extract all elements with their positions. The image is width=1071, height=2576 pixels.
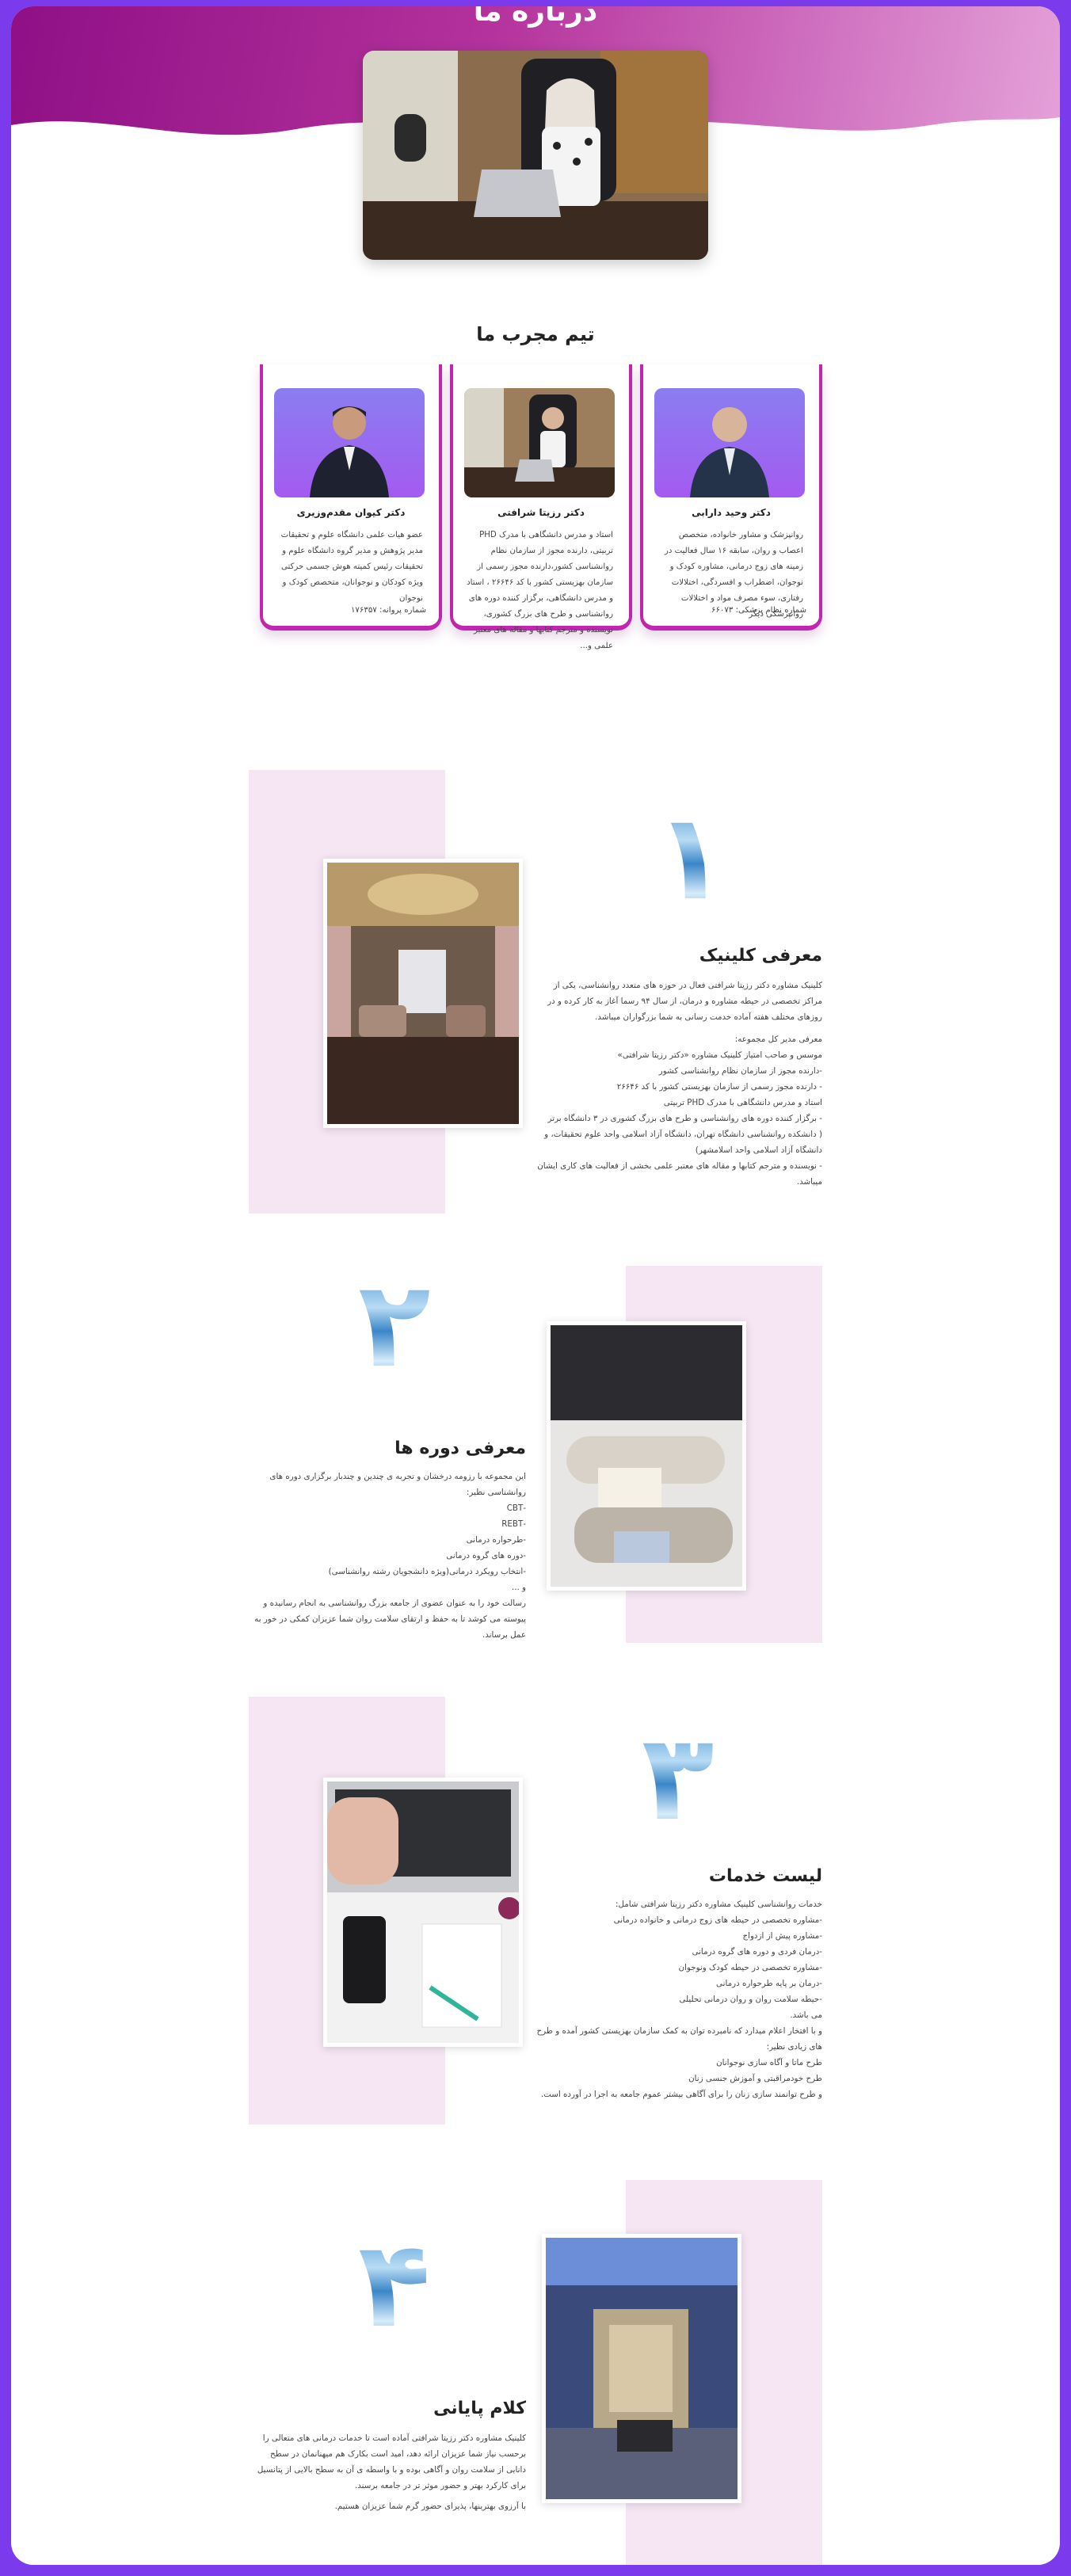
section-title: معرفی کلینیک [699, 946, 822, 966]
section-services: ۳ لیست خدمات خدمات روانشناسی کلینیک مشاو… [11, 1697, 1060, 2124]
section-closing: ۴ کلام پایانی کلینیک مشاوره دکتر رزیتا ش… [11, 2180, 1060, 2565]
section-clinic-intro: ۱ معرفی کلینیک کلینیک مشاوره دکتر رزیتا … [11, 770, 1060, 1214]
paragraph: معرفی مدیر کل مجموعه: [734, 1035, 822, 1044]
section-number: ۱ [654, 789, 727, 927]
paragraph: -دوره های گروه درمانی [446, 1551, 526, 1560]
paragraph: - برگزار کننده دوره های روانشناسی و طرح … [547, 1114, 822, 1123]
doctor-license: شماره پروانه: ۱۷۶۳۵۷ [350, 606, 426, 615]
paragraph: خدمات روانشناسی کلینیک مشاوره دکتر رزیتا… [615, 1900, 822, 1909]
paragraph: و ... [511, 1583, 526, 1592]
doctor-photo-darabi [654, 388, 805, 497]
section-body: این مجموعه با رزومه درخشان و تجربه ی چند… [249, 1469, 526, 1643]
paragraph: -مشاوره تخصصی در حیطه کودک ونوجوان [678, 1963, 823, 1972]
hero-photo [363, 51, 708, 260]
paragraph: -CBT [506, 1503, 526, 1513]
services-photo [323, 1778, 523, 2047]
paragraph: ( دانشکده روانشناسی دانشگاه تهران، دانشگ… [544, 1130, 822, 1155]
doctor-photo-moghadam [274, 388, 425, 497]
page-title: درباره ما [473, 6, 598, 28]
courses-photo [547, 1321, 746, 1591]
team-heading: تیم مجرب ما [476, 323, 595, 345]
team-card-moghadam: دکتر کیوان مقدم‌وزیری عضو هیات علمی دانش… [260, 364, 442, 631]
doctor-name: دکتر کیوان مقدم‌وزیری [296, 507, 406, 518]
section-courses: ۲ معرفی دوره ها این مجموعه با رزومه درخش… [11, 1266, 1060, 1646]
paragraph: و طرح توانمند سازی زنان را برای آگاهی بی… [540, 2090, 822, 2099]
clinic-photo [323, 859, 523, 1128]
paragraph: طرح خودمراقبتی و آموزش جنسی زنان [688, 2074, 822, 2083]
paragraph: -درمان فردی و دوره های گروه درمانی [692, 1947, 822, 1957]
section-number: ۴ [358, 2216, 431, 2354]
paragraph: - نویسنده و مترجم کتابها و مقاله های معت… [537, 1161, 822, 1187]
section-title: لیست خدمات [708, 1866, 822, 1886]
paragraph: کلینیک مشاوره دکتر رزیتا شرافتی فعال در … [547, 981, 822, 1022]
paragraph: - دارنده مجوز رسمی از سازمان بهزیستی کشو… [616, 1082, 822, 1092]
section-body: خدمات روانشناسی کلینیک مشاوره دکتر رزیتا… [529, 1896, 822, 2102]
section-body: کلینیک مشاوره دکتر رزیتا شرافتی آماده اس… [249, 2430, 526, 2514]
paragraph: موسس و صاحب امتیاز کلینیک مشاوره «دکتر ر… [617, 1050, 822, 1060]
paragraph: استاد و مدرس دانشگاهی با مدرک PHD تربیتی [663, 1098, 822, 1107]
section-body: کلینیک مشاوره دکتر رزیتا شرافتی فعال در … [537, 977, 822, 1190]
section-title: معرفی دوره ها [394, 1439, 526, 1458]
paragraph: طرح ماتا و آگاه سازی نوجوانان [716, 2058, 822, 2067]
doctor-bio: عضو هیات علمی دانشگاه علوم و تحقیقات مدی… [280, 531, 423, 603]
page-frame: درباره ما تیم مجرب ما دکتر وحید دارابی ر… [11, 6, 1060, 2565]
doctor-photo-sherafati [464, 388, 615, 497]
paragraph: با آرزوی بهترینها، پذیرای حضور گرم شما ع… [334, 2502, 526, 2511]
paragraph: رسالت خود را به عنوان عضوی از جامعه بزرگ… [254, 1599, 526, 1640]
paragraph: -درمان بر پایه طرحواره درمانی [716, 1979, 822, 1988]
doctor-bio: استاد و مدرس دانشگاهی با مدرک PHD تربیتی… [467, 531, 613, 650]
paragraph: -انتخاب رویکرد درمانی(ویژه دانشجویان رشت… [328, 1567, 526, 1576]
paragraph: -طرحواره درمانی [466, 1535, 526, 1545]
closing-photo [542, 2234, 741, 2503]
doctor-name: دکتر وحید دارابی [692, 507, 771, 518]
doctor-license: شماره نظام پزشکی: ۶۶۰۷۳ [711, 606, 806, 615]
paragraph: این مجموعه با رزومه درخشان و تجربه ی چند… [269, 1472, 526, 1497]
doctor-name: دکتر رزیتا شرافتی [497, 507, 585, 518]
paragraph: -مشاوره پیش از ازدواج [742, 1931, 822, 1941]
paragraph: کلینیک مشاوره دکتر رزیتا شرافتی آماده اس… [257, 2433, 526, 2490]
paragraph: -REBT [501, 1519, 526, 1529]
paragraph: -دارنده مجوز از سازمان نظام روانشناسی کش… [658, 1066, 822, 1076]
team-card-sherafati: دکتر رزیتا شرافتی استاد و مدرس دانشگاهی … [450, 364, 632, 650]
team-cards: دکتر وحید دارابی روانپزشک و مشاور خانواد… [249, 364, 822, 650]
team-card-darabi: دکتر وحید دارابی روانپزشک و مشاور خانواد… [640, 364, 822, 631]
paragraph: -مشاوره تخصصی در حیطه های زوج درمانی و خ… [613, 1915, 822, 1925]
section-number: ۲ [358, 1256, 431, 1394]
section-number: ۳ [642, 1709, 715, 1847]
paragraph: و با افتخار اعلام میدارد که نامبرده توان… [536, 2026, 822, 2052]
section-title: کلام پایانی [433, 2399, 526, 2418]
paragraph: می باشد. [790, 2010, 822, 2020]
paragraph: -حیطه سلامت روان و روان درمانی تحلیلی [679, 1995, 822, 2004]
